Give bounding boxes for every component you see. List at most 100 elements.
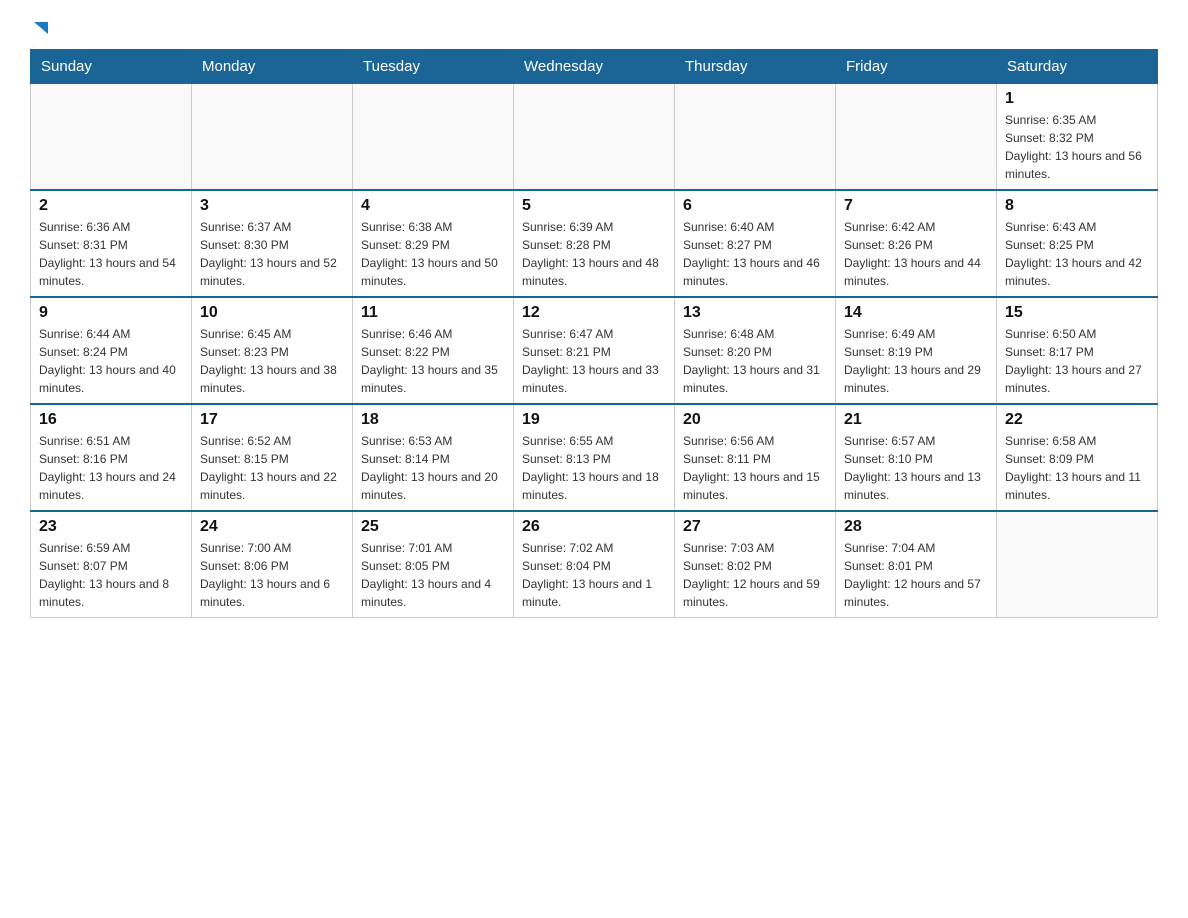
day-number: 20 <box>683 411 827 429</box>
logo <box>30 20 50 39</box>
calendar-cell <box>353 84 514 191</box>
day-number: 2 <box>39 197 183 215</box>
calendar-week-row: 23 Sunrise: 6:59 AM Sunset: 8:07 PM Dayli… <box>31 511 1158 618</box>
calendar-header-wednesday: Wednesday <box>514 50 675 84</box>
day-info: Sunrise: 6:40 AM Sunset: 8:27 PM Dayligh… <box>683 218 827 290</box>
day-number: 27 <box>683 518 827 536</box>
calendar-cell: 28 Sunrise: 7:04 AM Sunset: 8:01 PM Dayli… <box>836 511 997 618</box>
day-info: Sunrise: 6:45 AM Sunset: 8:23 PM Dayligh… <box>200 325 344 397</box>
day-number: 10 <box>200 304 344 322</box>
day-info: Sunrise: 6:44 AM Sunset: 8:24 PM Dayligh… <box>39 325 183 397</box>
calendar-header-monday: Monday <box>192 50 353 84</box>
day-number: 4 <box>361 197 505 215</box>
calendar-cell: 11 Sunrise: 6:46 AM Sunset: 8:22 PM Dayli… <box>353 297 514 404</box>
day-number: 26 <box>522 518 666 536</box>
day-number: 24 <box>200 518 344 536</box>
day-info: Sunrise: 6:58 AM Sunset: 8:09 PM Dayligh… <box>1005 432 1149 504</box>
day-info: Sunrise: 6:56 AM Sunset: 8:11 PM Dayligh… <box>683 432 827 504</box>
day-number: 11 <box>361 304 505 322</box>
calendar-cell <box>514 84 675 191</box>
calendar-cell: 16 Sunrise: 6:51 AM Sunset: 8:16 PM Dayli… <box>31 404 192 511</box>
calendar-cell <box>836 84 997 191</box>
calendar-cell: 17 Sunrise: 6:52 AM Sunset: 8:15 PM Dayli… <box>192 404 353 511</box>
calendar-cell: 7 Sunrise: 6:42 AM Sunset: 8:26 PM Daylig… <box>836 190 997 297</box>
day-number: 15 <box>1005 304 1149 322</box>
day-number: 5 <box>522 197 666 215</box>
calendar-cell: 8 Sunrise: 6:43 AM Sunset: 8:25 PM Daylig… <box>997 190 1158 297</box>
day-info: Sunrise: 6:49 AM Sunset: 8:19 PM Dayligh… <box>844 325 988 397</box>
calendar-cell: 24 Sunrise: 7:00 AM Sunset: 8:06 PM Dayli… <box>192 511 353 618</box>
day-info: Sunrise: 6:48 AM Sunset: 8:20 PM Dayligh… <box>683 325 827 397</box>
day-number: 23 <box>39 518 183 536</box>
calendar-cell: 23 Sunrise: 6:59 AM Sunset: 8:07 PM Dayli… <box>31 511 192 618</box>
calendar-cell: 1 Sunrise: 6:35 AM Sunset: 8:32 PM Daylig… <box>997 84 1158 191</box>
calendar-week-row: 9 Sunrise: 6:44 AM Sunset: 8:24 PM Daylig… <box>31 297 1158 404</box>
day-number: 19 <box>522 411 666 429</box>
day-info: Sunrise: 6:39 AM Sunset: 8:28 PM Dayligh… <box>522 218 666 290</box>
calendar-cell: 3 Sunrise: 6:37 AM Sunset: 8:30 PM Daylig… <box>192 190 353 297</box>
day-info: Sunrise: 6:50 AM Sunset: 8:17 PM Dayligh… <box>1005 325 1149 397</box>
calendar-cell <box>675 84 836 191</box>
day-info: Sunrise: 6:38 AM Sunset: 8:29 PM Dayligh… <box>361 218 505 290</box>
day-number: 16 <box>39 411 183 429</box>
calendar-cell <box>192 84 353 191</box>
calendar-cell: 21 Sunrise: 6:57 AM Sunset: 8:10 PM Dayli… <box>836 404 997 511</box>
calendar-cell: 10 Sunrise: 6:45 AM Sunset: 8:23 PM Dayli… <box>192 297 353 404</box>
calendar-cell: 5 Sunrise: 6:39 AM Sunset: 8:28 PM Daylig… <box>514 190 675 297</box>
day-number: 14 <box>844 304 988 322</box>
page-header <box>30 20 1158 39</box>
day-number: 18 <box>361 411 505 429</box>
day-info: Sunrise: 7:02 AM Sunset: 8:04 PM Dayligh… <box>522 539 666 611</box>
calendar-week-row: 2 Sunrise: 6:36 AM Sunset: 8:31 PM Daylig… <box>31 190 1158 297</box>
day-info: Sunrise: 7:03 AM Sunset: 8:02 PM Dayligh… <box>683 539 827 611</box>
day-info: Sunrise: 6:37 AM Sunset: 8:30 PM Dayligh… <box>200 218 344 290</box>
calendar-cell: 27 Sunrise: 7:03 AM Sunset: 8:02 PM Dayli… <box>675 511 836 618</box>
day-number: 25 <box>361 518 505 536</box>
calendar-cell: 25 Sunrise: 7:01 AM Sunset: 8:05 PM Dayli… <box>353 511 514 618</box>
day-info: Sunrise: 7:01 AM Sunset: 8:05 PM Dayligh… <box>361 539 505 611</box>
day-info: Sunrise: 6:35 AM Sunset: 8:32 PM Dayligh… <box>1005 111 1149 183</box>
day-info: Sunrise: 6:52 AM Sunset: 8:15 PM Dayligh… <box>200 432 344 504</box>
day-info: Sunrise: 6:57 AM Sunset: 8:10 PM Dayligh… <box>844 432 988 504</box>
calendar-cell <box>31 84 192 191</box>
day-info: Sunrise: 6:47 AM Sunset: 8:21 PM Dayligh… <box>522 325 666 397</box>
calendar-cell: 4 Sunrise: 6:38 AM Sunset: 8:29 PM Daylig… <box>353 190 514 297</box>
calendar-cell: 19 Sunrise: 6:55 AM Sunset: 8:13 PM Dayli… <box>514 404 675 511</box>
calendar-cell: 9 Sunrise: 6:44 AM Sunset: 8:24 PM Daylig… <box>31 297 192 404</box>
calendar-header-row: SundayMondayTuesdayWednesdayThursdayFrid… <box>31 50 1158 84</box>
logo-arrow-icon <box>32 20 50 38</box>
calendar-header-thursday: Thursday <box>675 50 836 84</box>
day-number: 17 <box>200 411 344 429</box>
calendar-week-row: 1 Sunrise: 6:35 AM Sunset: 8:32 PM Daylig… <box>31 84 1158 191</box>
calendar-cell: 18 Sunrise: 6:53 AM Sunset: 8:14 PM Dayli… <box>353 404 514 511</box>
calendar-cell: 14 Sunrise: 6:49 AM Sunset: 8:19 PM Dayli… <box>836 297 997 404</box>
calendar-header-tuesday: Tuesday <box>353 50 514 84</box>
day-number: 21 <box>844 411 988 429</box>
calendar-cell: 26 Sunrise: 7:02 AM Sunset: 8:04 PM Dayli… <box>514 511 675 618</box>
day-number: 13 <box>683 304 827 322</box>
day-number: 22 <box>1005 411 1149 429</box>
day-number: 7 <box>844 197 988 215</box>
calendar-cell <box>997 511 1158 618</box>
day-info: Sunrise: 6:53 AM Sunset: 8:14 PM Dayligh… <box>361 432 505 504</box>
day-number: 3 <box>200 197 344 215</box>
calendar-header-friday: Friday <box>836 50 997 84</box>
calendar-cell: 2 Sunrise: 6:36 AM Sunset: 8:31 PM Daylig… <box>31 190 192 297</box>
day-info: Sunrise: 6:36 AM Sunset: 8:31 PM Dayligh… <box>39 218 183 290</box>
calendar-cell: 20 Sunrise: 6:56 AM Sunset: 8:11 PM Dayli… <box>675 404 836 511</box>
day-info: Sunrise: 7:04 AM Sunset: 8:01 PM Dayligh… <box>844 539 988 611</box>
day-info: Sunrise: 6:46 AM Sunset: 8:22 PM Dayligh… <box>361 325 505 397</box>
day-info: Sunrise: 6:42 AM Sunset: 8:26 PM Dayligh… <box>844 218 988 290</box>
day-info: Sunrise: 6:59 AM Sunset: 8:07 PM Dayligh… <box>39 539 183 611</box>
day-number: 28 <box>844 518 988 536</box>
day-info: Sunrise: 6:43 AM Sunset: 8:25 PM Dayligh… <box>1005 218 1149 290</box>
day-number: 9 <box>39 304 183 322</box>
day-number: 8 <box>1005 197 1149 215</box>
day-number: 1 <box>1005 90 1149 108</box>
calendar-cell: 15 Sunrise: 6:50 AM Sunset: 8:17 PM Dayli… <box>997 297 1158 404</box>
calendar-header-saturday: Saturday <box>997 50 1158 84</box>
day-info: Sunrise: 6:55 AM Sunset: 8:13 PM Dayligh… <box>522 432 666 504</box>
calendar-cell: 22 Sunrise: 6:58 AM Sunset: 8:09 PM Dayli… <box>997 404 1158 511</box>
day-info: Sunrise: 6:51 AM Sunset: 8:16 PM Dayligh… <box>39 432 183 504</box>
day-info: Sunrise: 7:00 AM Sunset: 8:06 PM Dayligh… <box>200 539 344 611</box>
